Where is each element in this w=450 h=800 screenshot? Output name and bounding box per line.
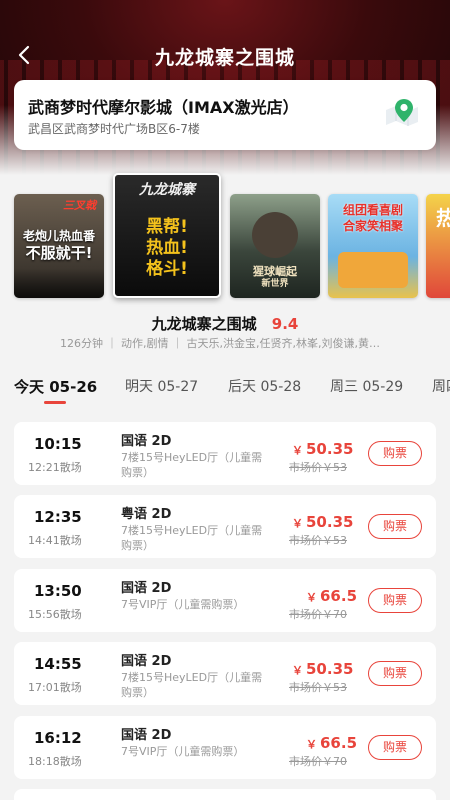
date-tab[interactable]: 明天 05-27 <box>125 376 198 396</box>
cinema-name: 武商梦时代摩尔影城（IMAX激光店） <box>28 98 299 117</box>
date-tabs: 今天 05-26 明天 05-27 后天 05-28 周三 05-29 周四 <box>0 370 450 406</box>
showtime-row-partial[interactable] <box>14 789 436 800</box>
cinema-address: 武昌区武商梦时代广场B区6-7楼 <box>28 122 200 136</box>
end-time: 15:56散场 <box>28 608 82 621</box>
date-tab-today[interactable]: 今天 05-26 <box>14 376 97 397</box>
showtime-row[interactable]: 13:50 15:56散场 国语 2D 7号VIP厅（儿童需购票） ￥ 66.5 … <box>14 569 436 632</box>
language-format: 粤语 2D <box>121 507 172 522</box>
market-price: 市场价￥53 <box>289 681 347 694</box>
price: ￥ 50.35 <box>292 660 354 678</box>
hall-name: 7号VIP厅（儿童需购票） <box>121 598 245 611</box>
start-time: 14:55 <box>34 655 82 673</box>
showtime-row[interactable]: 16:12 18:18散场 国语 2D 7号VIP厅（儿童需购票） ￥ 66.5 … <box>14 716 436 779</box>
movie-poster-item[interactable]: 猩球崛起 新世界 <box>230 194 320 298</box>
market-price: 市场价￥53 <box>289 461 347 474</box>
language-format: 国语 2D <box>121 581 172 596</box>
buy-ticket-button[interactable]: 购票 <box>368 514 422 539</box>
date-tab[interactable]: 后天 05-28 <box>228 376 301 396</box>
showtime-row[interactable]: 14:55 17:01散场 国语 2D 7楼15号HeyLED厅（儿童需购票） … <box>14 642 436 705</box>
market-price: 市场价￥53 <box>289 534 347 547</box>
end-time: 17:01散场 <box>28 681 82 694</box>
language-format: 国语 2D <box>121 434 172 449</box>
start-time: 12:35 <box>34 508 82 526</box>
buy-ticket-button[interactable]: 购票 <box>368 588 422 613</box>
date-tab[interactable]: 周四 <box>432 376 450 396</box>
start-time: 10:15 <box>34 435 82 453</box>
page-title: 九龙城寨之围城 <box>154 47 295 69</box>
date-tab[interactable]: 周三 05-29 <box>330 376 403 396</box>
end-time: 18:18散场 <box>28 755 82 768</box>
price: ￥ 66.5 <box>306 734 358 752</box>
movie-score: 9.4 <box>271 315 299 333</box>
movie-meta: 126分钟 ｜ 动作,剧情 ｜ 古天乐,洪金宝,任贤齐,林峯,刘俊谦,黄德... <box>60 337 390 350</box>
showtime-row[interactable]: 12:35 14:41散场 粤语 2D 7楼15号HeyLED厅（儿童需购票） … <box>14 495 436 558</box>
language-format: 国语 2D <box>121 654 172 669</box>
market-price: 市场价￥70 <box>289 608 347 621</box>
hall-name: 7号VIP厅（儿童需购票） <box>121 745 245 758</box>
active-tab-indicator <box>44 401 66 404</box>
hall-name: 7楼15号HeyLED厅（儿童需购票） <box>121 671 263 699</box>
map-button[interactable] <box>382 95 422 135</box>
price: ￥ 50.35 <box>292 513 354 531</box>
movie-poster-item[interactable]: 三叉戟 老炮儿热血番 不服就干! <box>14 194 104 298</box>
end-time: 14:41散场 <box>28 534 82 547</box>
top-bar: 九龙城寨之围城 <box>0 36 450 76</box>
start-time: 13:50 <box>34 582 82 600</box>
hall-name: 7楼15号HeyLED厅（儿童需购票） <box>121 524 263 552</box>
end-time: 12:21散场 <box>28 461 82 474</box>
showtime-row[interactable]: 10:15 12:21散场 国语 2D 7楼15号HeyLED厅（儿童需购票） … <box>14 422 436 485</box>
buy-ticket-button[interactable]: 购票 <box>368 661 422 686</box>
movie-poster-item[interactable]: 组团看喜剧 合家笑相聚 <box>328 194 418 298</box>
buy-ticket-button[interactable]: 购票 <box>368 735 422 760</box>
movie-title-row: 九龙城寨之围城 9.4 <box>0 313 450 334</box>
cinema-info-card[interactable]: 武商梦时代摩尔影城（IMAX激光店） 武昌区武商梦时代广场B区6-7楼 <box>14 80 436 150</box>
price: ￥ 50.35 <box>292 440 354 458</box>
movie-title: 九龙城寨之围城 <box>151 315 257 333</box>
buy-ticket-button[interactable]: 购票 <box>368 441 422 466</box>
movie-poster-carousel: 三叉戟 老炮儿热血番 不服就干! 九龙城寨 黑帮! 热血! 格斗! 猩球崛起 新… <box>0 173 450 301</box>
start-time: 16:12 <box>34 729 82 747</box>
movie-poster-item[interactable]: 热 <box>426 194 450 298</box>
movie-poster-item-selected[interactable]: 九龙城寨 黑帮! 热血! 格斗! <box>113 173 221 298</box>
market-price: 市场价￥70 <box>289 755 347 768</box>
map-pin-icon <box>386 99 418 126</box>
price: ￥ 66.5 <box>306 587 358 605</box>
language-format: 国语 2D <box>121 728 172 743</box>
hall-name: 7楼15号HeyLED厅（儿童需购票） <box>121 451 263 479</box>
